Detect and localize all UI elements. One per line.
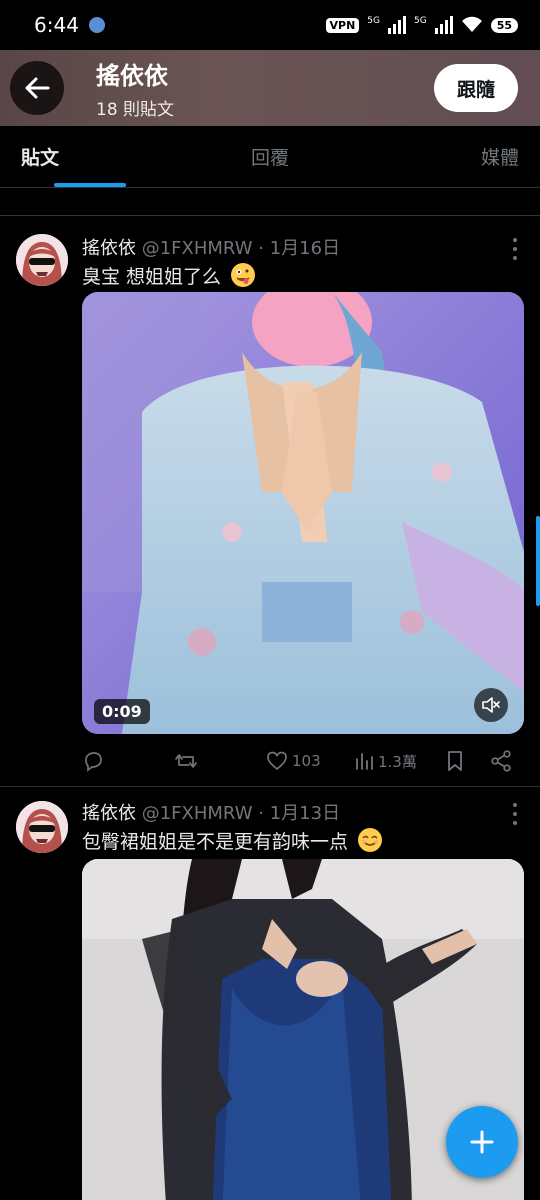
smiling-face-icon: [358, 828, 383, 852]
battery-indicator: 55: [490, 17, 518, 33]
tab-replies[interactable]: 回覆: [180, 126, 360, 187]
author-name[interactable]: 搖依依: [82, 803, 136, 824]
post-meta: 搖依依 @1FXHMRW · 1月16日: [82, 234, 340, 260]
author-handle[interactable]: @1FXHMRW: [142, 238, 253, 259]
avatar-image: [16, 234, 68, 286]
tab-replies-label: 回覆: [250, 147, 289, 169]
status-indicators: VPN 5G 5G 55: [325, 16, 518, 34]
avatar[interactable]: [16, 801, 68, 853]
tab-active-indicator: [54, 183, 126, 187]
vpn-badge: VPN: [325, 17, 360, 33]
avatar-image: [16, 801, 68, 853]
video-player[interactable]: 0:09: [82, 292, 524, 734]
author-name[interactable]: 搖依依: [82, 238, 136, 259]
post-text: 包臀裙姐姐是不是更有韵味一点: [82, 827, 383, 854]
mute-button[interactable]: [474, 688, 508, 722]
meta-separator: ·: [258, 803, 264, 824]
plus-icon: [470, 1130, 494, 1154]
compose-post-button[interactable]: [446, 1106, 518, 1178]
tab-posts-label: 貼文: [20, 147, 59, 169]
bookmark-icon: [448, 751, 462, 771]
avatar[interactable]: [16, 234, 68, 286]
like-button[interactable]: 103: [266, 751, 321, 771]
signal-icon: [387, 16, 406, 34]
meta-separator: ·: [258, 238, 264, 259]
arrow-left-icon: [25, 77, 50, 99]
post-text-content: 包臀裙姐姐是不是更有韵味一点: [82, 831, 349, 853]
more-options-icon[interactable]: [512, 238, 518, 260]
profile-header: 搖依依 18 則貼文 跟隨: [0, 50, 540, 126]
heart-icon: [267, 751, 287, 771]
network-type-2: 5G: [413, 16, 427, 26]
post-text-content: 臭宝 想姐姐了么: [82, 266, 222, 288]
post-actions: 103 1.3萬: [82, 746, 524, 776]
video-duration: 0:09: [94, 699, 150, 724]
status-time: 6:44: [34, 13, 79, 37]
reply-button[interactable]: [82, 750, 108, 772]
views-button[interactable]: 1.3萬: [354, 751, 417, 772]
profile-tabs: 貼文 回覆 媒體: [0, 126, 540, 188]
more-options-icon[interactable]: [512, 803, 518, 825]
video-thumbnail: [82, 292, 524, 734]
tab-media[interactable]: 媒體: [360, 126, 540, 187]
repost-button[interactable]: [174, 750, 202, 772]
repost-icon: [175, 754, 197, 768]
speaker-muted-icon: [482, 697, 500, 713]
notification-app-icon: [88, 17, 105, 33]
post-count: 18 則貼文: [96, 100, 175, 120]
header-text: 搖依依 18 則貼文: [96, 56, 174, 120]
signal-icon-2: [434, 16, 453, 34]
scroll-indicator[interactable]: [536, 516, 540, 606]
share-icon: [491, 750, 511, 772]
author-handle[interactable]: @1FXHMRW: [142, 803, 253, 824]
back-button[interactable]: [10, 61, 64, 115]
tab-posts[interactable]: 貼文: [0, 126, 180, 187]
post-text: 臭宝 想姐姐了么: [82, 262, 256, 289]
post-date[interactable]: 1月16日: [270, 238, 340, 259]
view-count: 1.3萬: [378, 752, 417, 771]
profile-name: 搖依依: [96, 62, 168, 90]
network-type-1: 5G: [367, 16, 380, 26]
follow-button[interactable]: 跟隨: [434, 64, 518, 112]
share-button[interactable]: [490, 750, 512, 772]
post-meta: 搖依依 @1FXHMRW · 1月13日: [82, 799, 340, 825]
zany-face-icon: [231, 263, 256, 287]
analytics-icon: [356, 753, 373, 770]
tab-media-label: 媒體: [480, 147, 519, 169]
post-date[interactable]: 1月13日: [270, 803, 340, 824]
status-bar: 6:44 VPN 5G 5G 55: [0, 0, 540, 50]
bookmark-button[interactable]: [446, 750, 464, 772]
wifi-icon: [461, 16, 482, 32]
like-count: 103: [292, 752, 321, 770]
post-1[interactable]: 搖依依 @1FXHMRW · 1月16日 臭宝 想姐姐了么 0:09 103 1…: [0, 216, 540, 794]
reply-icon: [85, 752, 102, 772]
